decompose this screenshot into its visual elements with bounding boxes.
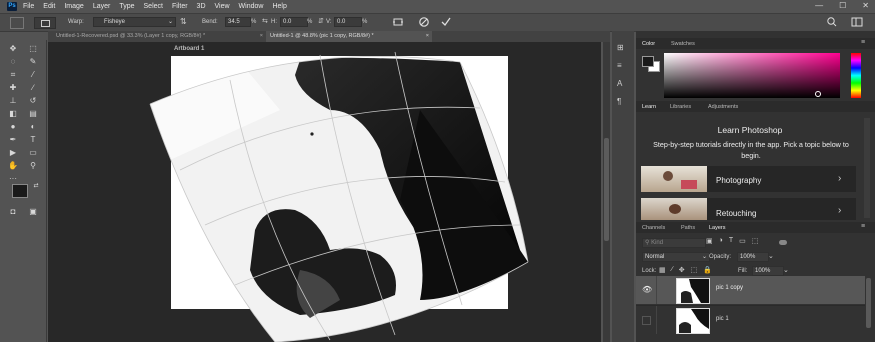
chevron-down-icon: ⌄ (701, 254, 707, 260)
tab-channels[interactable]: Channels (642, 225, 665, 231)
paragraph-panel-icon[interactable]: ¶ (617, 97, 621, 106)
transform-center-point[interactable] (310, 132, 314, 136)
filter-type-icon[interactable]: T (729, 237, 733, 245)
opacity-label: Opacity: (709, 254, 732, 260)
learn-card-retouching[interactable]: Retouching › (641, 198, 856, 220)
divider (656, 306, 657, 334)
layer-thumbnail (676, 308, 710, 334)
learn-subtitle: Step-by-step tutorials directly in the a… (653, 140, 849, 160)
opacity-input[interactable]: 100% (737, 252, 769, 262)
layer-filter-value: Kind (651, 240, 664, 246)
chevron-down-icon[interactable]: ⌄ (768, 252, 774, 260)
hue-slider[interactable] (851, 53, 861, 98)
collapsed-panels-strip: ⊞ ≡ A ¶ (612, 31, 634, 342)
scrollbar-thumb[interactable] (604, 138, 609, 241)
layers-scrollbar[interactable] (866, 278, 871, 328)
tab-adjustments[interactable]: Adjustments (708, 104, 738, 110)
learn-card-photography[interactable]: Photography › (641, 166, 856, 192)
learn-title: Learn Photoshop (717, 125, 783, 135)
properties-panel-icon[interactable]: ≡ (617, 61, 622, 70)
layer-name[interactable]: pic 1 copy (716, 285, 743, 291)
divider (656, 276, 657, 304)
search-icon: ⚲ (645, 240, 650, 246)
character-panel-icon[interactable]: A (617, 79, 622, 88)
tab-color[interactable]: Color (642, 41, 655, 47)
filter-pixel-icon[interactable]: ▣ (706, 237, 713, 245)
panel-menu-icon[interactable]: ≡ (861, 223, 865, 230)
lock-image-icon[interactable]: ∕ (672, 266, 673, 274)
layer-filter-icons: ▣ ◑ T ▭ ⬚ (706, 237, 758, 245)
tab-swatches[interactable]: Swatches (671, 41, 695, 47)
layer-thumbnail (676, 278, 710, 304)
layer-filter-select[interactable]: ⚲ Kind (642, 238, 706, 248)
tab-learn[interactable]: Learn (642, 104, 656, 110)
tab-paths[interactable]: Paths (681, 225, 695, 231)
filter-smart-object-icon[interactable]: ⬚ (752, 237, 759, 245)
color-foreground-swatch[interactable] (642, 56, 654, 67)
tab-layers[interactable]: Layers (709, 225, 726, 231)
lock-label: Lock: (642, 268, 657, 274)
layer-name[interactable]: pic 1 (716, 316, 729, 322)
filter-adjustment-icon[interactable]: ◑ (719, 237, 723, 245)
learn-scrollbar[interactable] (864, 118, 870, 218)
thumbnail-person (663, 171, 673, 181)
thumbnail-flowers (681, 180, 697, 189)
lock-icons: ▦ ∕ ✥ ⬚ 🔒 (659, 266, 712, 274)
lock-position-icon[interactable]: ✥ (679, 266, 685, 274)
chevron-down-icon[interactable]: ⌄ (783, 266, 789, 274)
filter-toggle[interactable] (779, 240, 787, 245)
layer-row-selected[interactable]: 👁 pic 1 copy (636, 276, 865, 304)
tab-libraries[interactable]: Libraries (670, 104, 691, 110)
history-panel-icon[interactable]: ⊞ (617, 43, 624, 52)
lock-artboard-icon[interactable]: ⬚ (691, 266, 698, 274)
fill-input[interactable]: 100% (752, 266, 784, 276)
filter-shape-icon[interactable]: ▭ (739, 237, 746, 245)
thumbnail-person (669, 204, 681, 214)
chevron-right-icon: › (838, 173, 842, 184)
learn-card-label: Photography (716, 176, 762, 185)
layer-row[interactable]: pic 1 (636, 305, 865, 334)
layers-panel-tabbar (636, 222, 875, 233)
fill-label: Fill: (738, 268, 748, 274)
blend-mode-select[interactable]: Normal ⌄ (642, 252, 710, 262)
eye-visibility-icon[interactable]: 👁 (642, 285, 652, 294)
retouching-thumbnail (641, 198, 707, 220)
learn-card-label: Retouching (716, 209, 757, 218)
photography-thumbnail (641, 166, 707, 192)
lock-transparent-icon[interactable]: ▦ (659, 266, 666, 274)
lock-all-icon[interactable]: 🔒 (703, 266, 712, 274)
blend-mode-value: Normal (645, 254, 665, 260)
panel-menu-icon[interactable]: ≡ (861, 39, 865, 46)
color-picker-cursor[interactable] (815, 91, 821, 97)
color-field[interactable] (664, 53, 840, 98)
chevron-right-icon: › (838, 205, 842, 216)
visibility-toggle-empty[interactable] (642, 316, 651, 325)
